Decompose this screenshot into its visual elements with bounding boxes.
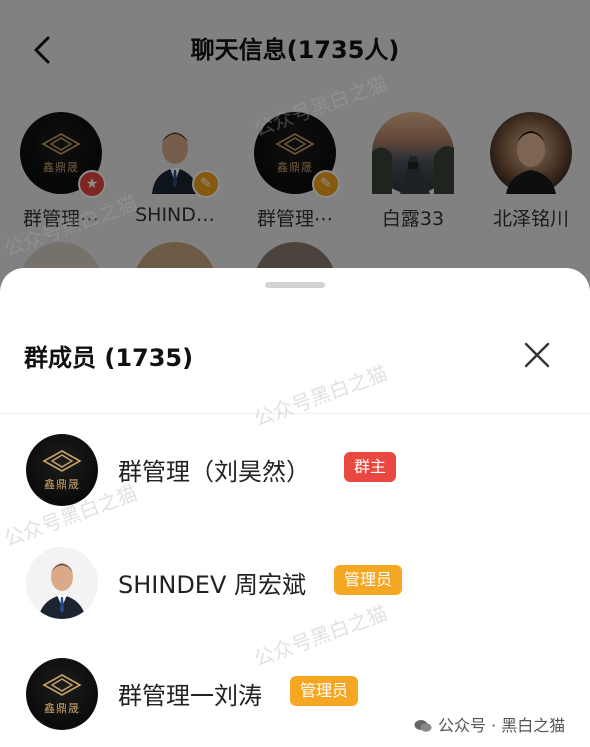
- list-item[interactable]: 鑫鼎晟 群管理（刘昊然） 群主: [0, 430, 590, 510]
- member-name: SHINDEV 周宏斌: [118, 571, 307, 599]
- logo-text: 鑫鼎晟: [44, 701, 80, 715]
- logo-text: 鑫鼎晟: [44, 477, 80, 491]
- members-sheet: 群成员 (1735) 鑫鼎晟 群管理（刘昊然） 群主 SHINDEV 周宏斌 管…: [0, 268, 590, 747]
- logo-mark-icon: [42, 673, 82, 696]
- member-name: 群管理（刘昊然）: [118, 458, 310, 486]
- person-photo-icon: [26, 547, 98, 619]
- drag-handle[interactable]: [265, 282, 325, 288]
- avatar: [26, 547, 98, 619]
- sheet-title: 群成员 (1735): [24, 344, 194, 372]
- footer-watermark: 公众号 · 黑白之猫: [414, 712, 565, 736]
- list-item[interactable]: SHINDEV 周宏斌 管理员: [0, 543, 590, 623]
- wechat-icon: [414, 720, 432, 732]
- avatar: 鑫鼎晟: [26, 434, 98, 506]
- admin-badge: 管理员: [290, 676, 359, 706]
- close-button[interactable]: [520, 338, 554, 372]
- owner-badge: 群主: [344, 452, 397, 482]
- admin-badge: 管理员: [334, 565, 403, 595]
- close-icon: [524, 342, 550, 368]
- divider: [0, 413, 590, 414]
- footer-watermark-text: 公众号 · 黑白之猫: [438, 716, 566, 735]
- member-name: 群管理一刘涛: [118, 682, 262, 710]
- avatar: 鑫鼎晟: [26, 658, 98, 730]
- logo-mark-icon: [42, 449, 82, 472]
